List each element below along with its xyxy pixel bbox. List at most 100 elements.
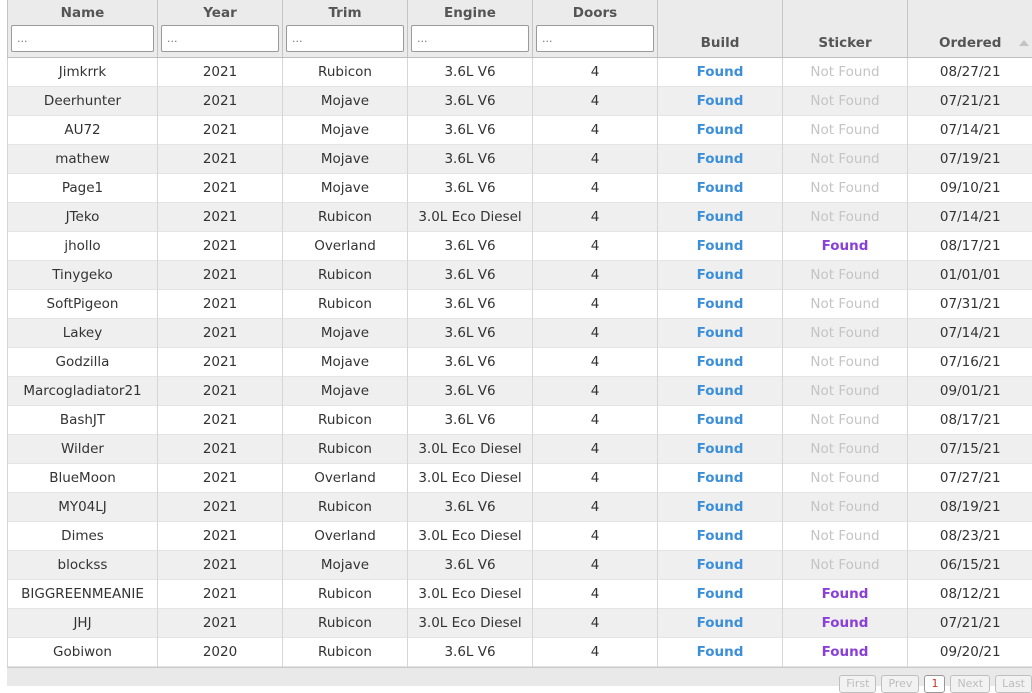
cell-sticker: Found	[783, 638, 908, 667]
filter-input-doors[interactable]	[536, 25, 654, 52]
table-row[interactable]: Lakey2021Mojave3.6L V64FoundNot Found07/…	[8, 319, 1032, 348]
filter-input-year[interactable]	[161, 25, 279, 52]
cell-name: Godzilla	[8, 348, 158, 377]
table-row[interactable]: AU722021Mojave3.6L V64FoundNot Found07/1…	[8, 116, 1032, 145]
cell-name: BIGGREENMEANIE	[8, 580, 158, 609]
table-row[interactable]: BlueMoon2021Overland3.0L Eco Diesel4Foun…	[8, 464, 1032, 493]
cell-year: 2021	[158, 203, 283, 232]
cell-sticker: Not Found	[783, 348, 908, 377]
cell-name: Wilder	[8, 435, 158, 464]
table-row[interactable]: SoftPigeon2021Rubicon3.6L V64FoundNot Fo…	[8, 290, 1032, 319]
cell-ordered: 07/14/21	[908, 203, 1032, 232]
cell-sticker: Not Found	[783, 261, 908, 290]
cell-build: Found	[658, 261, 783, 290]
cell-doors: 4	[533, 145, 658, 174]
cell-trim: Rubicon	[283, 261, 408, 290]
cell-sticker: Not Found	[783, 435, 908, 464]
table-row[interactable]: Jimkrrk2021Rubicon3.6L V64FoundNot Found…	[8, 58, 1032, 87]
cell-year: 2021	[158, 261, 283, 290]
cell-doors: 4	[533, 493, 658, 522]
first-page-button[interactable]: First	[839, 675, 876, 693]
cell-sticker: Found	[783, 232, 908, 261]
current-page-button[interactable]: 1	[924, 675, 945, 693]
cell-engine: 3.6L V6	[408, 377, 533, 406]
table-row[interactable]: Wilder2021Rubicon3.0L Eco Diesel4FoundNo…	[8, 435, 1032, 464]
column-label-name: Name	[8, 5, 157, 21]
cell-trim: Mojave	[283, 116, 408, 145]
cell-sticker: Not Found	[783, 551, 908, 580]
table-row[interactable]: MY04LJ2021Rubicon3.6L V64FoundNot Found0…	[8, 493, 1032, 522]
cell-doors: 4	[533, 116, 658, 145]
cell-year: 2021	[158, 348, 283, 377]
column-header-year[interactable]: Year	[158, 0, 283, 58]
last-page-button[interactable]: Last	[995, 675, 1032, 693]
cell-build: Found	[658, 493, 783, 522]
cell-build: Found	[658, 203, 783, 232]
column-header-engine[interactable]: Engine	[408, 0, 533, 58]
cell-ordered: 09/20/21	[908, 638, 1032, 667]
cell-doors: 4	[533, 580, 658, 609]
column-header-build[interactable]: Build	[658, 0, 783, 58]
table-row[interactable]: Godzilla2021Mojave3.6L V64FoundNot Found…	[8, 348, 1032, 377]
cell-doors: 4	[533, 638, 658, 667]
table-row[interactable]: Tinygeko2021Rubicon3.6L V64FoundNot Foun…	[8, 261, 1032, 290]
cell-ordered: 07/16/21	[908, 348, 1032, 377]
column-header-name[interactable]: Name	[8, 0, 158, 58]
table-row[interactable]: Gobiwon2020Rubicon3.6L V64FoundFound09/2…	[8, 638, 1032, 667]
table-row[interactable]: Marcogladiator212021Mojave3.6L V64FoundN…	[8, 377, 1032, 406]
cell-build: Found	[658, 87, 783, 116]
cell-engine: 3.0L Eco Diesel	[408, 609, 533, 638]
cell-year: 2021	[158, 377, 283, 406]
cell-trim: Overland	[283, 232, 408, 261]
cell-doors: 4	[533, 522, 658, 551]
cell-ordered: 08/17/21	[908, 232, 1032, 261]
cell-name: Tinygeko	[8, 261, 158, 290]
cell-year: 2021	[158, 87, 283, 116]
cell-engine: 3.6L V6	[408, 319, 533, 348]
table-row[interactable]: Page12021Mojave3.6L V64FoundNot Found09/…	[8, 174, 1032, 203]
filter-input-engine[interactable]	[411, 25, 529, 52]
cell-build: Found	[658, 290, 783, 319]
column-header-trim[interactable]: Trim	[283, 0, 408, 58]
cell-engine: 3.6L V6	[408, 348, 533, 377]
cell-name: Deerhunter	[8, 87, 158, 116]
table-row[interactable]: Dimes2021Overland3.0L Eco Diesel4FoundNo…	[8, 522, 1032, 551]
table-row[interactable]: BIGGREENMEANIE2021Rubicon3.0L Eco Diesel…	[8, 580, 1032, 609]
column-header-sticker[interactable]: Sticker	[783, 0, 908, 58]
table-row[interactable]: BashJT2021Rubicon3.6L V64FoundNot Found0…	[8, 406, 1032, 435]
cell-ordered: 08/19/21	[908, 493, 1032, 522]
next-page-button[interactable]: Next	[950, 675, 990, 693]
sort-ascending-icon[interactable]	[1019, 40, 1029, 46]
cell-trim: Rubicon	[283, 580, 408, 609]
cell-name: jhollo	[8, 232, 158, 261]
table-row[interactable]: Deerhunter2021Mojave3.6L V64FoundNot Fou…	[8, 87, 1032, 116]
cell-build: Found	[658, 232, 783, 261]
cell-year: 2021	[158, 580, 283, 609]
cell-engine: 3.6L V6	[408, 638, 533, 667]
prev-page-button[interactable]: Prev	[881, 675, 919, 693]
cell-name: AU72	[8, 116, 158, 145]
filter-input-name[interactable]	[11, 25, 154, 52]
cell-name: Jimkrrk	[8, 58, 158, 87]
cell-trim: Rubicon	[283, 406, 408, 435]
table-row[interactable]: mathew2021Mojave3.6L V64FoundNot Found07…	[8, 145, 1032, 174]
cell-trim: Rubicon	[283, 435, 408, 464]
cell-year: 2021	[158, 435, 283, 464]
cell-year: 2020	[158, 638, 283, 667]
table-row[interactable]: blockss2021Mojave3.6L V64FoundNot Found0…	[8, 551, 1032, 580]
table-row[interactable]: JTeko2021Rubicon3.0L Eco Diesel4FoundNot…	[8, 203, 1032, 232]
table-row[interactable]: jhollo2021Overland3.6L V64FoundFound08/1…	[8, 232, 1032, 261]
cell-name: BlueMoon	[8, 464, 158, 493]
cell-trim: Mojave	[283, 145, 408, 174]
cell-sticker: Not Found	[783, 319, 908, 348]
cell-doors: 4	[533, 406, 658, 435]
column-header-doors[interactable]: Doors	[533, 0, 658, 58]
cell-sticker: Not Found	[783, 203, 908, 232]
cell-doors: 4	[533, 609, 658, 638]
cell-doors: 4	[533, 377, 658, 406]
table-header: Name Year Trim Engine Doors	[8, 0, 1032, 58]
column-header-ordered[interactable]: Ordered	[908, 0, 1032, 58]
filter-input-trim[interactable]	[286, 25, 404, 52]
table-row[interactable]: JHJ2021Rubicon3.0L Eco Diesel4FoundFound…	[8, 609, 1032, 638]
cell-build: Found	[658, 174, 783, 203]
